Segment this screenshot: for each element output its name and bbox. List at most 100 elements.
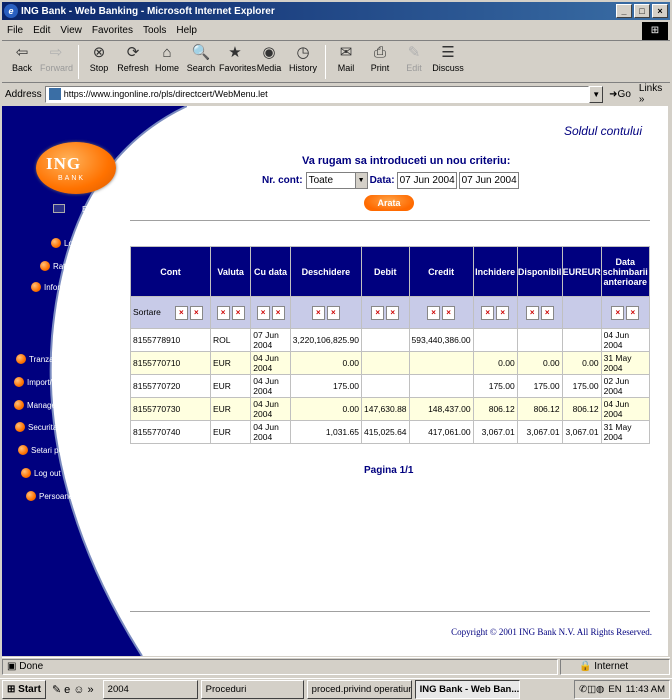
history-button[interactable]: ◷ History: [287, 43, 319, 73]
sidebar-item-informatii-cont[interactable]: Informatii despre cont: [31, 282, 121, 292]
tray-icons[interactable]: ✆◫◍: [579, 681, 604, 698]
sidebar-item-persoane-fizice[interactable]: Persoane fizice: [26, 491, 94, 501]
table-row[interactable]: 8155770710 EUR 04 Jun 2004 0.00 0.00 0.00 0.00…: [130, 351, 651, 375]
table-row[interactable]: 8155770740 EUR 04 Jun 2004 1,031.65 415,025.…: [130, 420, 651, 444]
account-cell[interactable]: 8155770740: [130, 420, 211, 444]
pagination: Pagina 1/1: [364, 465, 414, 476]
account-cell[interactable]: 8155778910: [130, 328, 211, 352]
minimize-button[interactable]: _: [616, 4, 632, 18]
sidebar-item-setari-personale[interactable]: Setari personale: [18, 445, 89, 455]
menu-tools[interactable]: Tools: [138, 25, 171, 36]
sort-descending-icon[interactable]: ×: [442, 305, 456, 320]
show-button[interactable]: Arata: [364, 195, 414, 211]
toolbar-separator: [78, 45, 79, 79]
sidebar-item-tranzactii[interactable]: Tranzactii: [16, 354, 63, 364]
column-header[interactable]: Data schimbarii anterioare: [600, 246, 651, 297]
sidebar-item-securitate[interactable]: Securitate: [15, 422, 64, 432]
vertical-scrollbar[interactable]: [668, 106, 670, 656]
menu-help[interactable]: Help: [171, 25, 202, 36]
back-button[interactable]: ⇦ Back: [6, 43, 38, 73]
language-link[interactable]: English: [82, 205, 108, 214]
sort-ascending-icon[interactable]: ×: [311, 305, 325, 320]
sort-ascending-icon[interactable]: ×: [256, 305, 270, 320]
mail-button[interactable]: ✉ Mail: [330, 43, 362, 73]
menu-edit[interactable]: Edit: [28, 25, 55, 36]
sort-descending-icon[interactable]: ×: [271, 305, 285, 320]
quick-launch[interactable]: ✎e☺»: [52, 683, 97, 696]
date-to-input[interactable]: 07 Jun 2004: [458, 172, 519, 189]
edit-button[interactable]: ✎ Edit: [398, 43, 430, 73]
taskbar-task[interactable]: Proceduri: [200, 680, 304, 699]
sidebar-item-import-export[interactable]: Import/Export fisiere: [14, 377, 99, 387]
taskbar-task[interactable]: 2004: [102, 680, 198, 699]
input-language[interactable]: EN: [608, 681, 621, 698]
search-button[interactable]: 🔍 Search: [185, 43, 217, 73]
sort-ascending-icon[interactable]: ×: [525, 305, 539, 320]
sidebar-item-log-in[interactable]: Log in: [51, 238, 86, 248]
address-dropdown-button[interactable]: ▼: [589, 85, 604, 103]
discuss-button[interactable]: ☰ Discuss: [432, 43, 464, 73]
column-header[interactable]: Disponibil: [516, 246, 563, 297]
sort-descending-icon[interactable]: ×: [540, 305, 554, 320]
sort-descending-icon[interactable]: ×: [626, 305, 640, 320]
sort-descending-icon[interactable]: ×: [386, 305, 400, 320]
toolbar-label: Refresh: [117, 63, 149, 73]
home-button[interactable]: ⌂ Home: [151, 43, 183, 73]
taskbar-task[interactable]: ING Bank - Web Ban...: [414, 680, 520, 699]
sort-ascending-icon[interactable]: ×: [481, 305, 495, 320]
table-row[interactable]: 8155778910 ROL 07 Jun 2004 3,220,106,825.90…: [130, 328, 651, 352]
column-header[interactable]: Cu data: [250, 246, 291, 297]
sort-ascending-icon[interactable]: ×: [216, 305, 230, 320]
taskbar-task[interactable]: proced.privind operatiunile ...: [306, 680, 412, 699]
back-arrow-icon: ⇦: [15, 44, 29, 61]
table-row[interactable]: 8155770730 EUR 04 Jun 2004 0.00 147,630.88 14…: [130, 397, 651, 421]
menu-view[interactable]: View: [55, 25, 87, 36]
ing-logo[interactable]: ING BANK: [36, 142, 116, 194]
sort-descending-icon[interactable]: ×: [496, 305, 510, 320]
print-button[interactable]: ⎙ Print: [364, 43, 396, 73]
sidebar-subitem-imprumuturi[interactable]: Imprumuturi: [78, 333, 121, 342]
stop-button[interactable]: ⊗ Stop: [83, 43, 115, 73]
column-header[interactable]: EUREUR: [561, 246, 602, 297]
media-button[interactable]: ◉ Media: [253, 43, 285, 73]
sort-descending-icon[interactable]: ×: [231, 305, 245, 320]
sidebar-subitem-solduri[interactable]: Solduri: [96, 297, 121, 306]
menu-file[interactable]: File: [2, 25, 28, 36]
menu-favorites[interactable]: Favorites: [87, 25, 138, 36]
uk-flag-icon[interactable]: [53, 204, 65, 213]
account-cell[interactable]: 8155770730: [130, 397, 211, 421]
sidebar-item-rate-de-schimb[interactable]: Rate de schimb: [40, 261, 109, 271]
refresh-button[interactable]: ⟳ Refresh: [117, 43, 149, 73]
start-button[interactable]: ⊞ Start: [2, 680, 46, 699]
sort-descending-icon[interactable]: ×: [326, 305, 340, 320]
account-cell[interactable]: 8155770710: [130, 351, 211, 375]
logo-text: ING: [46, 154, 82, 173]
column-header[interactable]: Cont: [130, 246, 211, 297]
address-input[interactable]: https://www.ingonline.ro/pls/directcert/…: [44, 85, 590, 103]
column-header[interactable]: Deschidere: [289, 246, 362, 297]
table-header-row: Cont Valuta Cu data Deschidere Debit Credit In…: [130, 246, 651, 297]
date-from-input[interactable]: 07 Jun 2004: [396, 172, 457, 189]
favorites-button[interactable]: ★ Favorites: [219, 43, 256, 73]
sidebar-item-management-tranzactii[interactable]: Managementul tranzactiilor: [14, 400, 123, 410]
sort-ascending-icon[interactable]: ×: [427, 305, 441, 320]
account-select[interactable]: Toate ▼: [305, 172, 368, 189]
links-button[interactable]: Links »: [639, 83, 670, 105]
sort-ascending-icon[interactable]: ×: [611, 305, 625, 320]
account-cell[interactable]: 8155770720: [130, 374, 211, 398]
sort-ascending-icon[interactable]: ×: [174, 305, 188, 320]
sort-ascending-icon[interactable]: ×: [371, 305, 385, 320]
maximize-button[interactable]: □: [634, 4, 650, 18]
column-header[interactable]: Debit: [360, 246, 410, 297]
sidebar-subitem-miscari[interactable]: Miscari: [96, 309, 121, 318]
sidebar-subitem-depozite[interactable]: Depozite: [89, 321, 121, 330]
sort-descending-icon[interactable]: ×: [189, 305, 203, 320]
column-header[interactable]: Credit: [408, 246, 474, 297]
column-header[interactable]: Valuta: [209, 246, 252, 297]
sidebar-item-log-out[interactable]: Log out: [21, 468, 61, 478]
go-button[interactable]: ➜Go: [609, 89, 631, 100]
close-button[interactable]: ×: [652, 4, 668, 18]
column-header[interactable]: Inchidere: [472, 246, 518, 297]
table-row[interactable]: 8155770720 EUR 04 Jun 2004 175.00 175.00 175.…: [130, 374, 651, 398]
forward-button[interactable]: ⇨ Forward: [40, 43, 73, 73]
